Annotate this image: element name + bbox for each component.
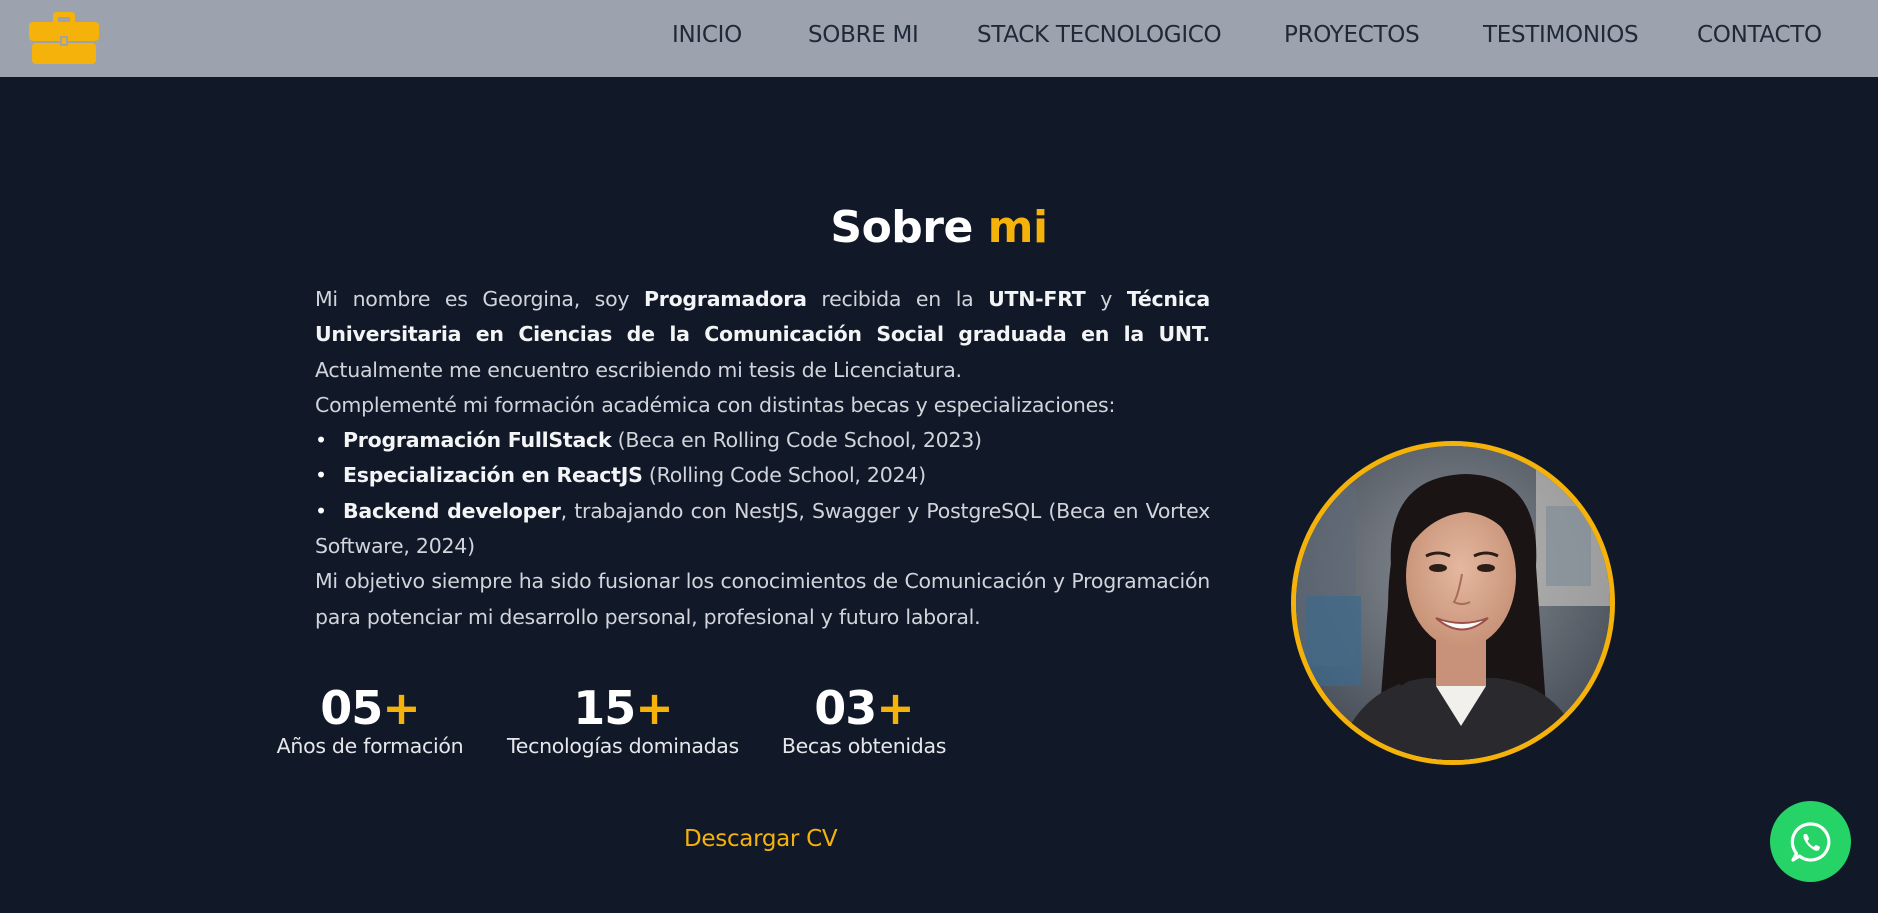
nav-link-inicio[interactable]: INICIO (672, 22, 742, 48)
nav-link-sobre-mi[interactable]: SOBRE MI (808, 22, 919, 48)
section-title-accent: mi (987, 202, 1048, 253)
stat-plus: + (876, 681, 915, 735)
bio-bold-programadora: Programadora (643, 287, 807, 311)
bio-text-fragment: y (1085, 287, 1127, 311)
download-cv-button[interactable]: Descargar CV (684, 826, 838, 852)
section-title: Sobre mi (0, 202, 1878, 253)
bio-text-fragment: Mi nombre es Georgina, soy (315, 287, 644, 311)
education-item: • Backend developer, trabajando con NestJ… (315, 494, 1210, 565)
bio-intro-paragraph: Mi nombre es Georgina, soy Programadora … (315, 282, 1210, 388)
education-list: • Programación FullStack (Beca en Rolling… (315, 423, 1210, 564)
bio-text-fragment: Actualmente me encuentro escribiendo mi … (315, 357, 962, 382)
education-item-title: Especialización en ReactJS (343, 463, 643, 488)
section-title-main: Sobre (830, 202, 973, 253)
navbar: INICIO SOBRE MI STACK TECNOLOGICO PROYEC… (0, 0, 1878, 77)
education-item: • Especialización en ReactJS (Rolling Cod… (315, 458, 1210, 493)
stat-label: Años de formación (276, 734, 464, 758)
bio-bold-utn: UTN-FRT (988, 287, 1086, 311)
education-item-detail: (Rolling Code School, 2024) (642, 463, 926, 488)
whatsapp-icon (1790, 821, 1830, 862)
education-item-title: Programación FullStack (343, 428, 612, 453)
stat-value: 15 (573, 681, 636, 735)
bio-complement-paragraph: Complementé mi formación académica con d… (315, 392, 1116, 417)
bio-text: Mi nombre es Georgina, soy Programadora … (315, 282, 1210, 635)
stat-technologies: 15+ Tecnologías dominadas (497, 683, 749, 759)
stat-label: Becas obtenidas (781, 734, 947, 758)
whatsapp-button[interactable] (1770, 801, 1851, 882)
stat-plus: + (382, 681, 421, 735)
nav-link-contacto[interactable]: CONTACTO (1697, 22, 1822, 48)
bullet-icon: • (315, 498, 327, 523)
education-item-detail: (Beca en Rolling Code School, 2023) (611, 428, 982, 453)
stat-label: Tecnologías dominadas (507, 734, 739, 758)
nav-link-proyectos[interactable]: PROYECTOS (1284, 22, 1420, 48)
education-item-title: Backend developer (343, 498, 561, 523)
stat-plus: + (635, 681, 674, 735)
stat-value: 05 (320, 681, 383, 735)
stat-years: 05+ Años de formación (270, 683, 470, 759)
stat-number: 03+ (774, 683, 954, 733)
stat-number: 05+ (270, 683, 470, 733)
bio-text-fragment: recibida en la (806, 287, 989, 311)
nav-link-testimonios[interactable]: TESTIMONIOS (1483, 22, 1639, 48)
nav-link-stack-tecnologico[interactable]: STACK TECNOLOGICO (977, 22, 1222, 48)
bio-objective-paragraph: Mi objetivo siempre ha sido fusionar los… (315, 569, 1210, 629)
stat-number: 15+ (497, 683, 749, 733)
education-item: • Programación FullStack (Beca en Rolling… (315, 423, 1210, 458)
profile-photo (1291, 441, 1615, 765)
stat-value: 03 (814, 681, 877, 735)
briefcase-icon[interactable] (29, 12, 99, 64)
stat-scholarships: 03+ Becas obtenidas (774, 683, 954, 759)
bullet-icon: • (315, 463, 327, 488)
bullet-icon: • (315, 428, 327, 453)
